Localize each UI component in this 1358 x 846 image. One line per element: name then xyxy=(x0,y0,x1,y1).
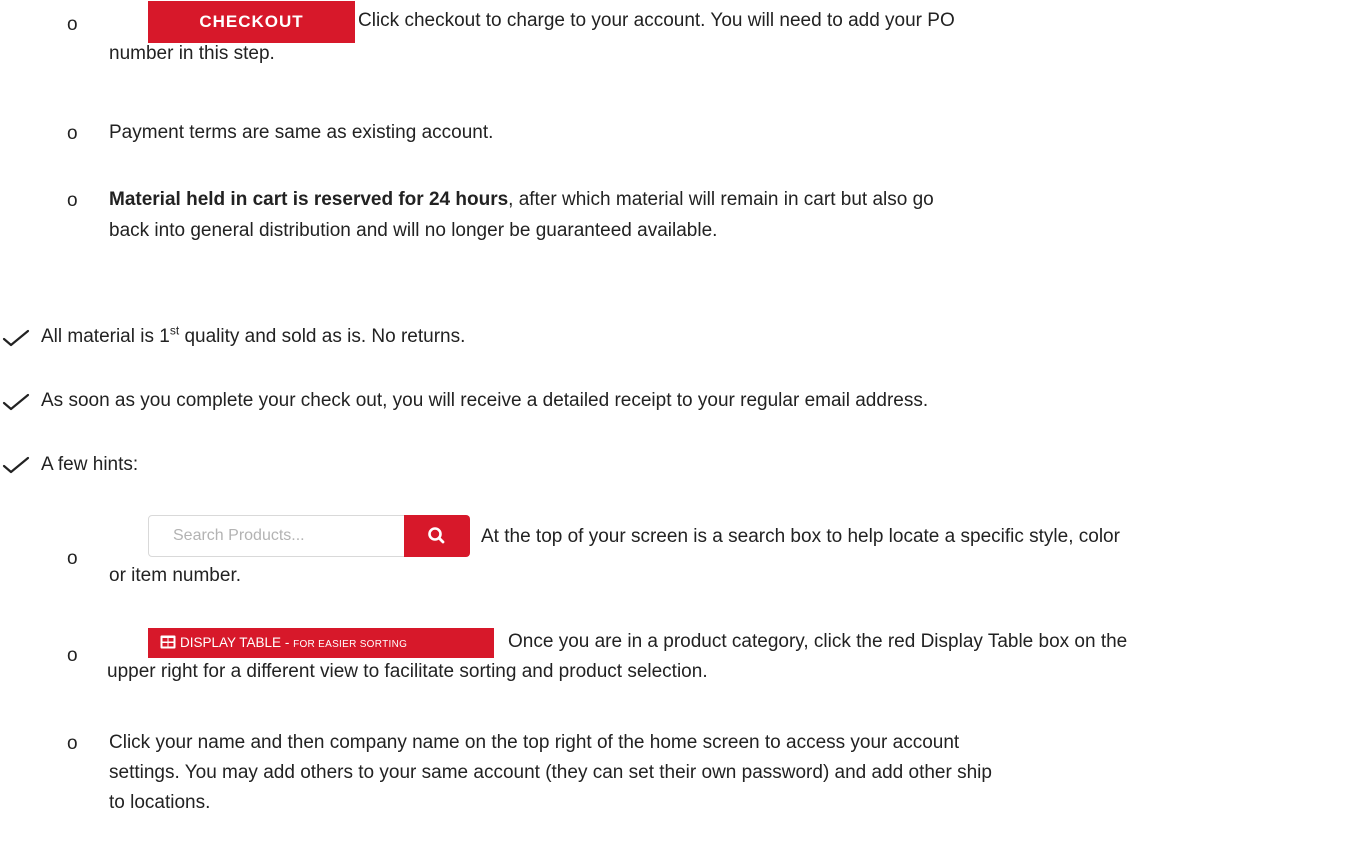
bullet-marker: o xyxy=(67,733,78,754)
hint-account-line2: settings. You may add others to your sam… xyxy=(109,762,992,783)
hint-search-line1: At the top of your screen is a search bo… xyxy=(481,526,1120,547)
search-icon xyxy=(428,527,445,544)
checkout-text-line2: number in this step. xyxy=(109,43,275,64)
quality-superscript: st xyxy=(169,323,180,338)
bullet-marker: o xyxy=(67,548,78,569)
reserved-note-line1: Material held in cart is reserved for 24… xyxy=(109,188,934,212)
table-icon xyxy=(160,635,176,649)
hint-account-line1: Click your name and then company name on… xyxy=(109,732,960,753)
reserved-note-line2: back into general distribution and will … xyxy=(109,220,718,241)
quality-text-before: All material is 1 xyxy=(41,326,170,347)
checklist-item-receipt: As soon as you complete your check out, … xyxy=(41,390,929,411)
hint-search-line2: or item number. xyxy=(109,565,241,586)
checkout-text-line1: Click checkout to charge to your account… xyxy=(358,10,955,31)
bullet-marker: o xyxy=(67,123,78,144)
bullet-marker: o xyxy=(67,645,78,666)
checklist-item-quality: All material is 1st quality and sold as … xyxy=(41,325,465,349)
hint-display-line1: Once you are in a product category, clic… xyxy=(508,631,1128,652)
checklist-item-hints: A few hints: xyxy=(41,454,139,475)
payment-terms-text: Payment terms are same as existing accou… xyxy=(109,122,494,143)
hint-account-line3: to locations. xyxy=(109,792,211,813)
bullet-marker: o xyxy=(67,190,78,211)
hint-display-line2: upper right for a different view to faci… xyxy=(107,661,708,682)
reserved-note-bold: Material held in cart is reserved for 24… xyxy=(109,189,509,210)
reserved-note-rest: , after which material will remain in ca… xyxy=(508,189,934,210)
bullet-marker: o xyxy=(67,14,78,35)
display-table-label: DISPLAY TABLE xyxy=(180,635,282,650)
display-table-button[interactable]: DISPLAY TABLE - FOR EASIER SORTING xyxy=(148,628,494,658)
checkout-button[interactable]: CHECKOUT xyxy=(148,1,355,43)
display-table-sublabel: FOR EASIER SORTING xyxy=(293,639,408,650)
checkmark-icon xyxy=(2,456,30,474)
quality-text-after: quality and sold as is. No returns. xyxy=(179,326,466,347)
search-input[interactable] xyxy=(149,516,411,556)
search-button[interactable] xyxy=(404,515,470,557)
checkmark-icon xyxy=(2,329,30,347)
checkmark-icon xyxy=(2,393,30,411)
display-table-separator: - xyxy=(281,635,294,650)
